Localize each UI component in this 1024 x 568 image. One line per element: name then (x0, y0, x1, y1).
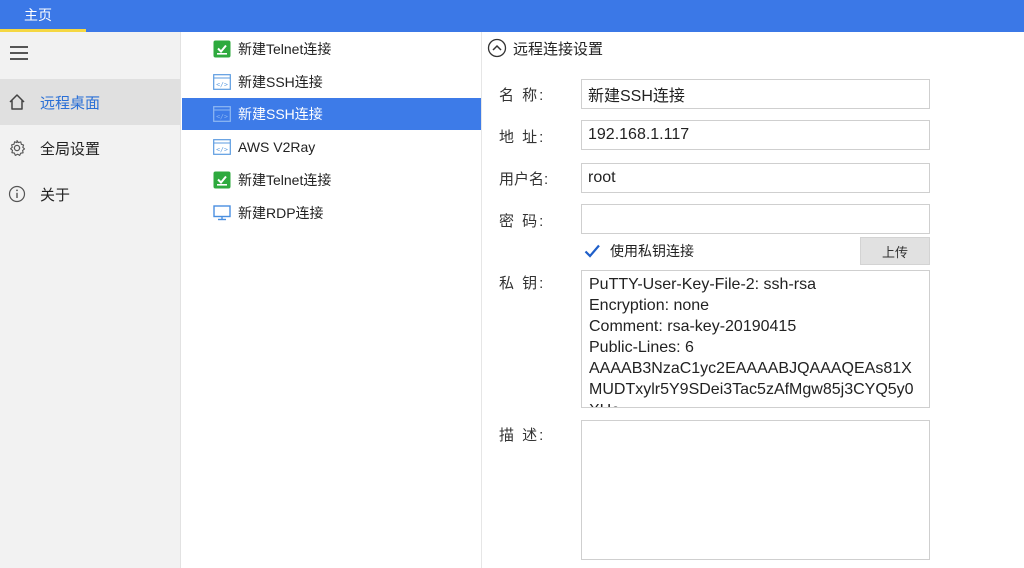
connection-item-ssh[interactable]: </> 新建SSH连接 (182, 66, 481, 98)
hamburger-icon[interactable] (10, 46, 28, 62)
ssh-icon: </> (213, 138, 231, 156)
checkbox-checked-icon[interactable] (583, 242, 601, 260)
username-label: 用户名: (499, 171, 549, 188)
nav-item-label: 全局设置 (40, 140, 101, 158)
home-icon (7, 92, 27, 112)
private-key-textarea[interactable]: PuTTY-User-Key-File-2: ssh-rsa Encryptio… (581, 270, 930, 408)
upload-button[interactable]: 上传 (860, 237, 930, 265)
connection-label: 新建Telnet连接 (238, 41, 332, 57)
nav-item-label: 远程桌面 (40, 94, 101, 112)
connection-label: AWS V2Ray (238, 139, 316, 155)
name-label: 名 称: (499, 87, 546, 104)
rdp-monitor-icon (213, 204, 231, 222)
username-input[interactable] (581, 163, 930, 193)
svg-text:</>: </> (216, 113, 228, 121)
connection-item-ssh-selected[interactable]: </> 新建SSH连接 (182, 98, 481, 130)
svg-text:</>: </> (216, 146, 228, 154)
top-bar: 主页 (0, 0, 1024, 32)
use-private-key-toggle[interactable]: 使用私钥连接 (583, 241, 694, 261)
left-nav: 远程桌面 全局设置 关于 (0, 32, 181, 568)
nav-item-label: 关于 (40, 186, 71, 204)
telnet-icon (213, 40, 231, 58)
ssh-icon: </> (213, 105, 231, 123)
connection-label: 新建SSH连接 (238, 74, 323, 90)
description-textarea[interactable] (581, 420, 930, 560)
private-key-label: 私 钥: (499, 275, 546, 292)
telnet-icon (213, 171, 231, 189)
connection-item-rdp[interactable]: 新建RDP连接 (182, 197, 481, 229)
connection-label: 新建Telnet连接 (238, 172, 332, 188)
connection-list: 新建Telnet连接 </> 新建SSH连接 </> 新建SSH连接 </> A… (181, 32, 482, 568)
connection-item-telnet[interactable]: 新建Telnet连接 (182, 164, 481, 196)
tab-home-label: 主页 (24, 7, 52, 23)
nav-item-about[interactable]: 关于 (0, 171, 180, 217)
address-input[interactable] (581, 120, 930, 150)
section-header[interactable]: 远程连接设置 (487, 36, 603, 60)
ssh-icon: </> (213, 73, 231, 91)
settings-panel: 远程连接设置 名 称: 地 址: 用户名: 密 码: 使用私钥连接 上传 私 钥… (483, 32, 1024, 568)
password-input[interactable] (581, 204, 930, 234)
description-label: 描 述: (499, 427, 546, 444)
connection-label: 新建RDP连接 (238, 205, 324, 221)
connection-label: 新建SSH连接 (238, 106, 323, 122)
password-label: 密 码: (499, 213, 546, 230)
nav-item-remote-desktop[interactable]: 远程桌面 (0, 79, 180, 125)
nav-item-global-settings[interactable]: 全局设置 (0, 125, 180, 171)
address-label: 地 址: (499, 129, 546, 146)
use-private-key-label: 使用私钥连接 (610, 243, 694, 259)
info-icon (7, 184, 27, 204)
collapse-up-icon (487, 38, 507, 58)
connection-item-telnet[interactable]: 新建Telnet连接 (182, 33, 481, 65)
svg-text:</>: </> (216, 81, 228, 89)
gear-icon (7, 138, 27, 158)
connection-item-aws-v2ray[interactable]: </> AWS V2Ray (182, 131, 481, 163)
name-input[interactable] (581, 79, 930, 109)
tab-home[interactable]: 主页 (0, 0, 86, 32)
section-title: 远程连接设置 (513, 40, 604, 58)
